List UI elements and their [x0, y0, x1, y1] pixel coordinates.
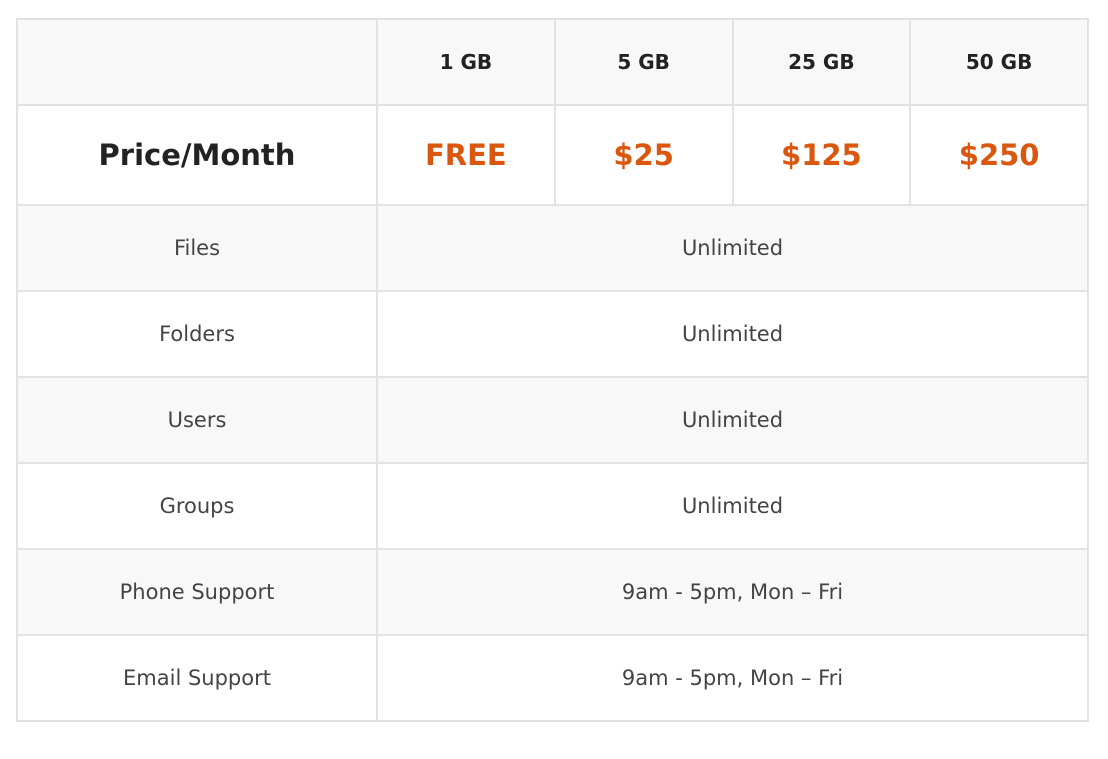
feature-label: Email Support [16, 634, 378, 722]
tier-header-1gb: 1 GB [376, 18, 556, 106]
price-1gb: FREE [376, 104, 556, 206]
tier-header-50gb: 50 GB [909, 18, 1089, 106]
feature-row-folders: Folders Unlimited [16, 290, 1089, 378]
corner-cell [16, 18, 378, 106]
feature-row-phone-support: Phone Support 9am - 5pm, Mon – Fri [16, 548, 1089, 636]
feature-row-groups: Groups Unlimited [16, 462, 1089, 550]
price-25gb: $125 [731, 104, 912, 206]
price-5gb: $25 [553, 104, 734, 206]
feature-row-users: Users Unlimited [16, 376, 1089, 464]
price-row: Price/Month FREE $25 $125 $250 [16, 104, 1089, 206]
feature-value: Unlimited [376, 290, 1089, 378]
feature-value: 9am - 5pm, Mon – Fri [376, 634, 1089, 722]
feature-label: Phone Support [16, 548, 378, 636]
tier-header-row: 1 GB 5 GB 25 GB 50 GB [16, 18, 1089, 106]
feature-label: Files [16, 204, 378, 292]
feature-label: Groups [16, 462, 378, 550]
feature-value: 9am - 5pm, Mon – Fri [376, 548, 1089, 636]
feature-label: Users [16, 376, 378, 464]
price-row-label: Price/Month [16, 104, 378, 206]
feature-row-email-support: Email Support 9am - 5pm, Mon – Fri [16, 634, 1089, 722]
tier-header-5gb: 5 GB [553, 18, 734, 106]
price-50gb: $250 [909, 104, 1089, 206]
feature-value: Unlimited [376, 204, 1089, 292]
feature-value: Unlimited [376, 462, 1089, 550]
feature-value: Unlimited [376, 376, 1089, 464]
feature-label: Folders [16, 290, 378, 378]
tier-header-25gb: 25 GB [731, 18, 912, 106]
pricing-table: 1 GB 5 GB 25 GB 50 GB Price/Month FREE $… [16, 18, 1089, 722]
feature-row-files: Files Unlimited [16, 204, 1089, 292]
